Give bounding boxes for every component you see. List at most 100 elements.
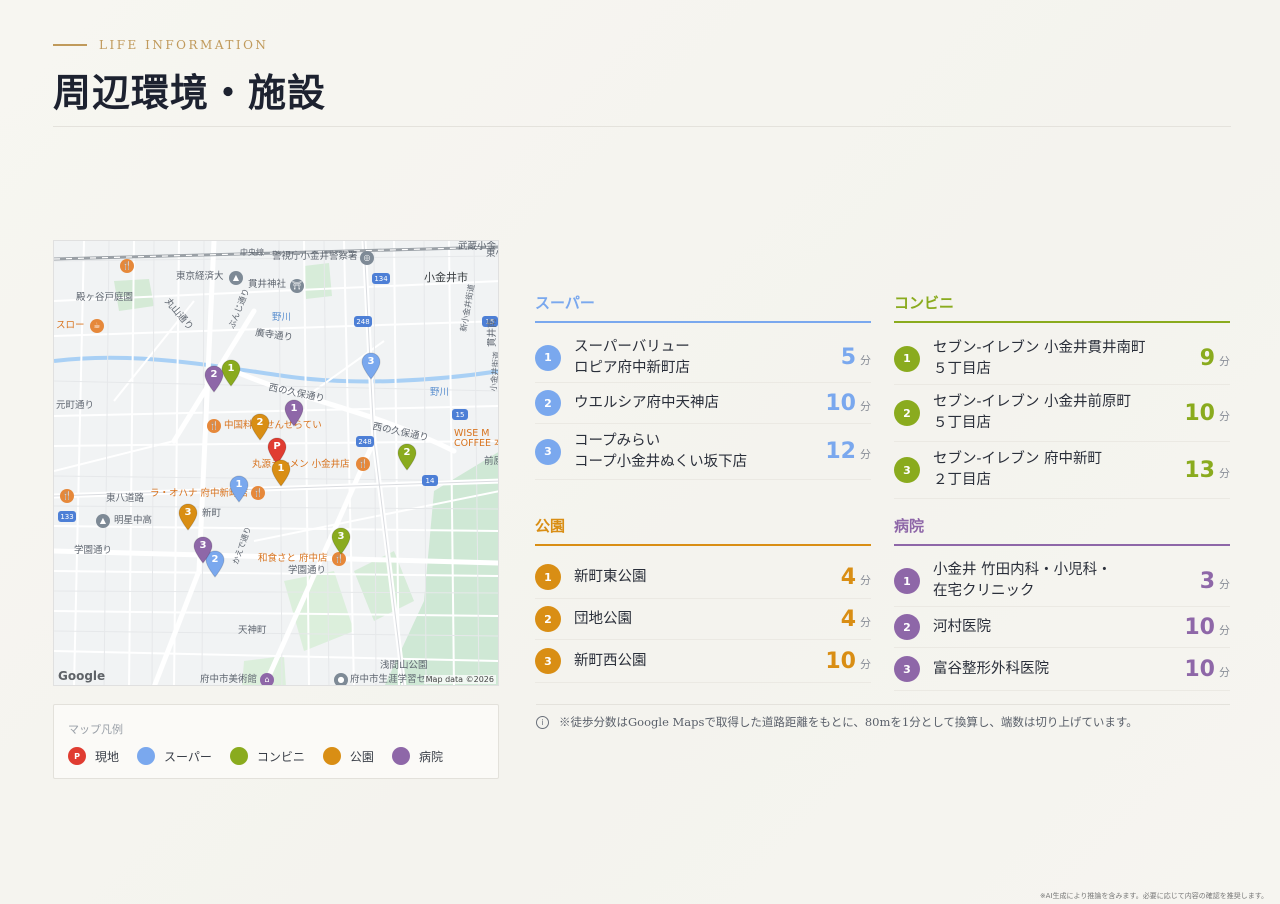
map-pin-conbini1[interactable]: 1 bbox=[221, 359, 241, 387]
legend-item-conbini: コンビニ bbox=[229, 747, 305, 765]
facility-row: 2 河村医院 10 分 bbox=[894, 607, 1230, 648]
map-pin-park2[interactable]: 2 bbox=[250, 413, 270, 441]
facility-number-badge: 3 bbox=[535, 648, 561, 674]
facility-number-badge: 3 bbox=[535, 438, 561, 465]
map-pin-conbini3[interactable]: 3 bbox=[331, 527, 351, 555]
walking-time: 13 分 bbox=[1184, 458, 1230, 483]
walking-minutes: 10 bbox=[825, 648, 856, 674]
restaurant-icon: 🍴 bbox=[356, 457, 370, 471]
map-pin-label: 1 bbox=[290, 403, 298, 414]
category-title: 公園 bbox=[535, 515, 871, 546]
facility-name: コープみらい コープ小金井ぬくい坂下店 bbox=[574, 432, 748, 470]
map-label-shinmachi: 新町 bbox=[202, 508, 222, 519]
minutes-unit: 分 bbox=[860, 657, 871, 671]
walking-minutes: 13 bbox=[1184, 457, 1215, 483]
map-pin-label: 3 bbox=[367, 356, 375, 367]
walking-time: 10 分 bbox=[825, 391, 871, 416]
walking-time: 10 分 bbox=[1184, 401, 1230, 426]
map-label-koganei-city: 小金井市 bbox=[424, 271, 468, 284]
facility-name: 団地公園 bbox=[574, 610, 632, 627]
walking-minutes: 12 bbox=[825, 439, 856, 464]
map-attribution: Map data ©2026 bbox=[423, 675, 496, 684]
area-map[interactable]: 134 248 248 15 14 133 15 警視庁小金井警察署 中央線 武… bbox=[53, 240, 499, 686]
svg-text:15: 15 bbox=[456, 411, 465, 419]
map-label-wise-coffee: WISE M COFFEE 本 bbox=[454, 428, 498, 449]
minutes-unit: 分 bbox=[860, 354, 871, 367]
cafe-icon: ☕ bbox=[90, 319, 104, 333]
map-pin-hosp3[interactable]: 3 bbox=[193, 536, 213, 564]
category-park: 公園 1 新町東公園 4 分 2 団地公園 4 分 3 新町西公園 10 分 bbox=[535, 515, 871, 683]
legend-title: マップ凡例 bbox=[68, 723, 123, 736]
info-icon: i bbox=[536, 715, 549, 729]
facility-number-badge: 2 bbox=[535, 606, 561, 632]
map-label-meisei-school: 明星中高 bbox=[114, 515, 153, 526]
facility-row: 1 新町東公園 4 分 bbox=[535, 556, 871, 599]
facility-name: 新町西公園 bbox=[574, 652, 647, 669]
ai-disclaimer: ※AI生成により推論を含みます。必要に応じて内容の確認を推奨します。 bbox=[1039, 892, 1268, 900]
walking-time: 10 分 bbox=[825, 649, 871, 674]
walking-time: 10 分 bbox=[1184, 615, 1230, 640]
minutes-unit: 分 bbox=[860, 399, 871, 413]
category-conbini: コンビニ 1 セブン-イレブン 小金井貫井南町 ５丁目店 9 分 2 セブン-イレブン 小金… bbox=[894, 292, 1230, 499]
note-text: ※徒歩分数はGoogle Mapsで取得した道路距離をもとに、80mを1分として… bbox=[559, 715, 1138, 729]
facility-number-badge: 3 bbox=[894, 457, 920, 483]
map-label-tohachi-doro: 東八道路 bbox=[106, 493, 145, 504]
legend-item-super: スーパー bbox=[137, 747, 212, 765]
eyebrow-text: LIFE INFORMATION bbox=[99, 38, 269, 52]
map-pin-hosp2[interactable]: 2 bbox=[204, 365, 224, 393]
map-pin-super3[interactable]: 3 bbox=[361, 352, 381, 380]
walking-time: 10 分 bbox=[1184, 657, 1230, 682]
facility-number-badge: 2 bbox=[894, 614, 920, 640]
walking-minutes: 9 bbox=[1199, 346, 1215, 371]
walking-minutes: 5 bbox=[840, 345, 856, 370]
walking-time: 3分 bbox=[1200, 569, 1230, 594]
map-label-chinese-restaurant: 中国料理 せんせらてい bbox=[224, 420, 322, 431]
header-divider bbox=[53, 126, 1231, 127]
minutes-unit: 分 bbox=[860, 573, 871, 587]
map-pin-label: 2 bbox=[256, 417, 264, 428]
facility-name: ウエルシア府中天神店 bbox=[574, 394, 719, 411]
legend-item-site: P 現地 bbox=[68, 747, 119, 765]
walking-minutes: 10 bbox=[1184, 656, 1215, 682]
facility-row: 2 セブン-イレブン 小金井前原町 ５丁目店 10 分 bbox=[894, 385, 1230, 442]
facility-name: セブン-イレブン 府中新町 ２丁目店 bbox=[933, 451, 1103, 488]
restaurant-icon: 🍴 bbox=[207, 419, 221, 433]
restaurant-icon: 🍴 bbox=[60, 489, 74, 503]
svg-text:134: 134 bbox=[374, 275, 388, 283]
map-label-tonogayato-garden: 殿ヶ谷戸庭園 bbox=[76, 292, 134, 303]
map-pin-park3[interactable]: 3 bbox=[178, 503, 198, 531]
map-pin-label: 1 bbox=[277, 463, 285, 474]
category-super: スーパー 1 スーパーバリュー ロピア府中新町店 5 分 2 ウエルシア府中天神店 10 分 3 コ… bbox=[535, 292, 871, 480]
map-pin-super1[interactable]: 1 bbox=[229, 475, 249, 503]
map-label-gakuen-dori-1: 学園通り bbox=[74, 545, 113, 556]
walking-time: 9分 bbox=[1200, 346, 1230, 371]
map-label-slow: スロー bbox=[56, 320, 85, 331]
map-label-gakuen-dori-2: 学園通り bbox=[288, 565, 327, 576]
map-pin-park1[interactable]: 1 bbox=[271, 459, 291, 487]
map-pin-label: 1 bbox=[227, 363, 235, 374]
eyebrow: LIFE INFORMATION bbox=[53, 38, 1231, 52]
category-title: 病院 bbox=[894, 515, 1230, 546]
facility-row: 3 新町西公園 10 分 bbox=[535, 640, 871, 683]
map-pin-hosp1[interactable]: 1 bbox=[284, 399, 304, 427]
conbini-marker-icon bbox=[229, 747, 248, 765]
category-hospital: 病院 1 小金井 竹田内科・小児科・ 在宅クリニック 3 分 2 河村医院 10 分 3 富谷整形外… bbox=[894, 515, 1230, 691]
map-pin-conbini2[interactable]: 2 bbox=[397, 443, 417, 471]
category-spacer bbox=[894, 546, 1230, 556]
police-icon: ◎ bbox=[360, 251, 374, 265]
minutes-unit: 分 bbox=[860, 615, 871, 629]
walking-minutes: 10 bbox=[1184, 400, 1215, 426]
park-marker-icon bbox=[322, 747, 341, 765]
note-divider bbox=[536, 704, 1230, 705]
map-label-tokyo-keizai-univ: 東京経済大 bbox=[176, 271, 224, 282]
walking-time-note: i ※徒歩分数はGoogle Mapsで取得した道路距離をもとに、80mを1分と… bbox=[536, 714, 1138, 730]
map-label-chuo-line: 中央線 bbox=[240, 248, 264, 257]
walking-minutes: 10 bbox=[1184, 614, 1215, 640]
facility-name: 河村医院 bbox=[933, 618, 991, 635]
minutes-unit: 分 bbox=[1219, 623, 1230, 637]
map-pin-label: P bbox=[273, 441, 281, 452]
walking-minutes: 10 bbox=[825, 390, 856, 416]
restaurant-icon: 🍴 bbox=[251, 486, 265, 500]
map-pin-label: 1 bbox=[235, 479, 243, 490]
page-header: LIFE INFORMATION 周辺環境・施設 bbox=[53, 38, 1231, 117]
